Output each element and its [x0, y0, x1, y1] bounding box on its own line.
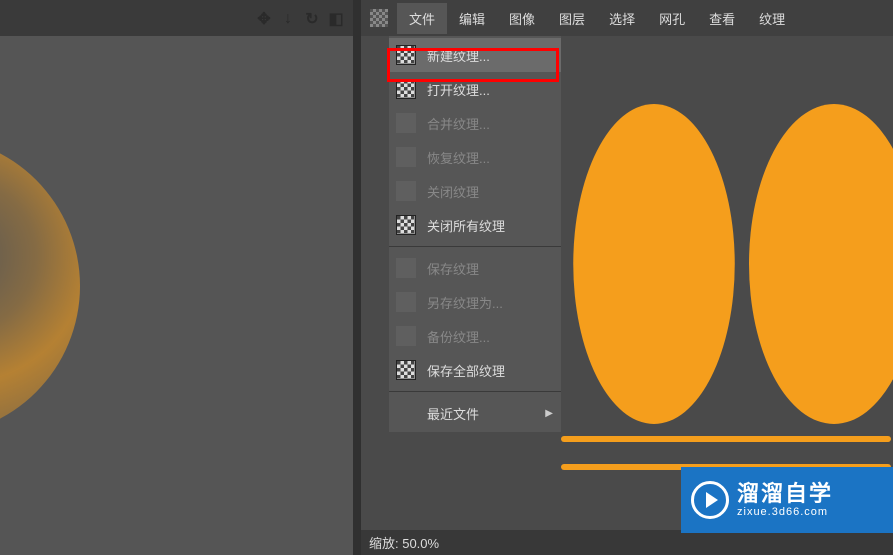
texture-menu-icon[interactable] [365, 6, 393, 30]
menu-separator [389, 391, 561, 392]
close-texture-icon [395, 180, 417, 202]
viewport-object [0, 136, 80, 436]
menuitem-label: 关闭纹理 [427, 182, 479, 201]
menuitem-label: 关闭所有纹理 [427, 216, 505, 235]
left-viewport[interactable] [0, 36, 353, 555]
submenu-arrow-icon: ▶ [545, 408, 553, 419]
menu-file[interactable]: 文件 [397, 3, 447, 34]
menuitem-new-texture[interactable]: 新建纹理... [389, 38, 561, 72]
menuitem-backup-texture: 备份纹理... [389, 319, 561, 353]
menuitem-recent-files[interactable]: 最近文件 ▶ [389, 396, 561, 430]
open-texture-icon [395, 78, 417, 100]
zoom-label: 缩放: 50.0% [369, 533, 439, 552]
menuitem-label: 打开纹理... [427, 80, 490, 99]
watermark-subtitle: zixue.3d66.com [737, 506, 833, 518]
menuitem-label: 另存纹理为... [427, 293, 503, 312]
new-texture-icon [395, 44, 417, 66]
watermark-logo: 溜溜自学 zixue.3d66.com [681, 467, 893, 533]
play-icon [691, 481, 729, 519]
recent-files-icon [395, 402, 417, 424]
right-panel: 文件 编辑 图像 图层 选择 网孔 查看 纹理 新建纹理... 打开纹理... … [361, 0, 893, 555]
move-icon[interactable]: ✥ [255, 10, 273, 28]
refresh-icon[interactable]: ↻ [303, 10, 321, 28]
menu-edit[interactable]: 编辑 [447, 3, 497, 34]
uv-island-2 [749, 104, 893, 424]
watermark-title: 溜溜自学 [737, 482, 833, 506]
save-texture-icon [395, 257, 417, 279]
menuitem-close-texture: 关闭纹理 [389, 174, 561, 208]
menubar: 文件 编辑 图像 图层 选择 网孔 查看 纹理 [361, 0, 893, 36]
save-as-texture-icon [395, 291, 417, 313]
menu-view[interactable]: 查看 [697, 3, 747, 34]
menu-separator [389, 246, 561, 247]
menuitem-label: 新建纹理... [427, 46, 490, 65]
statusbar: 缩放: 50.0% [361, 530, 893, 555]
merge-texture-icon [395, 112, 417, 134]
close-all-textures-icon [395, 214, 417, 236]
menuitem-save-texture: 保存纹理 [389, 251, 561, 285]
menuitem-revert-texture: 恢复纹理... [389, 140, 561, 174]
menuitem-label: 保存纹理 [427, 259, 479, 278]
menuitem-save-all-textures[interactable]: 保存全部纹理 [389, 353, 561, 387]
left-panel: ✥ ↓ ↻ ◧ [0, 0, 353, 555]
file-dropdown: 新建纹理... 打开纹理... 合并纹理... 恢复纹理... 关闭纹理 关闭所… [389, 36, 561, 432]
uv-island-1 [573, 104, 735, 424]
menuitem-open-texture[interactable]: 打开纹理... [389, 72, 561, 106]
save-all-textures-icon [395, 359, 417, 381]
panel-icon[interactable]: ◧ [327, 10, 345, 28]
uv-island-3 [561, 436, 891, 442]
menuitem-label: 备份纹理... [427, 327, 490, 346]
menuitem-save-as-texture: 另存纹理为... [389, 285, 561, 319]
menuitem-label: 恢复纹理... [427, 148, 490, 167]
left-toolbar: ✥ ↓ ↻ ◧ [255, 10, 345, 28]
menuitem-label: 最近文件 [427, 404, 479, 423]
backup-texture-icon [395, 325, 417, 347]
menu-select[interactable]: 选择 [597, 3, 647, 34]
menuitem-label: 合并纹理... [427, 114, 490, 133]
panel-divider[interactable] [353, 0, 361, 555]
menu-texture[interactable]: 纹理 [747, 3, 797, 34]
down-arrow-icon[interactable]: ↓ [279, 10, 297, 28]
menuitem-merge-texture: 合并纹理... [389, 106, 561, 140]
menu-layer[interactable]: 图层 [547, 3, 597, 34]
revert-texture-icon [395, 146, 417, 168]
menuitem-label: 保存全部纹理 [427, 361, 505, 380]
menu-image[interactable]: 图像 [497, 3, 547, 34]
checker-icon [370, 9, 388, 27]
menu-mesh[interactable]: 网孔 [647, 3, 697, 34]
menuitem-close-all-textures[interactable]: 关闭所有纹理 [389, 208, 561, 242]
